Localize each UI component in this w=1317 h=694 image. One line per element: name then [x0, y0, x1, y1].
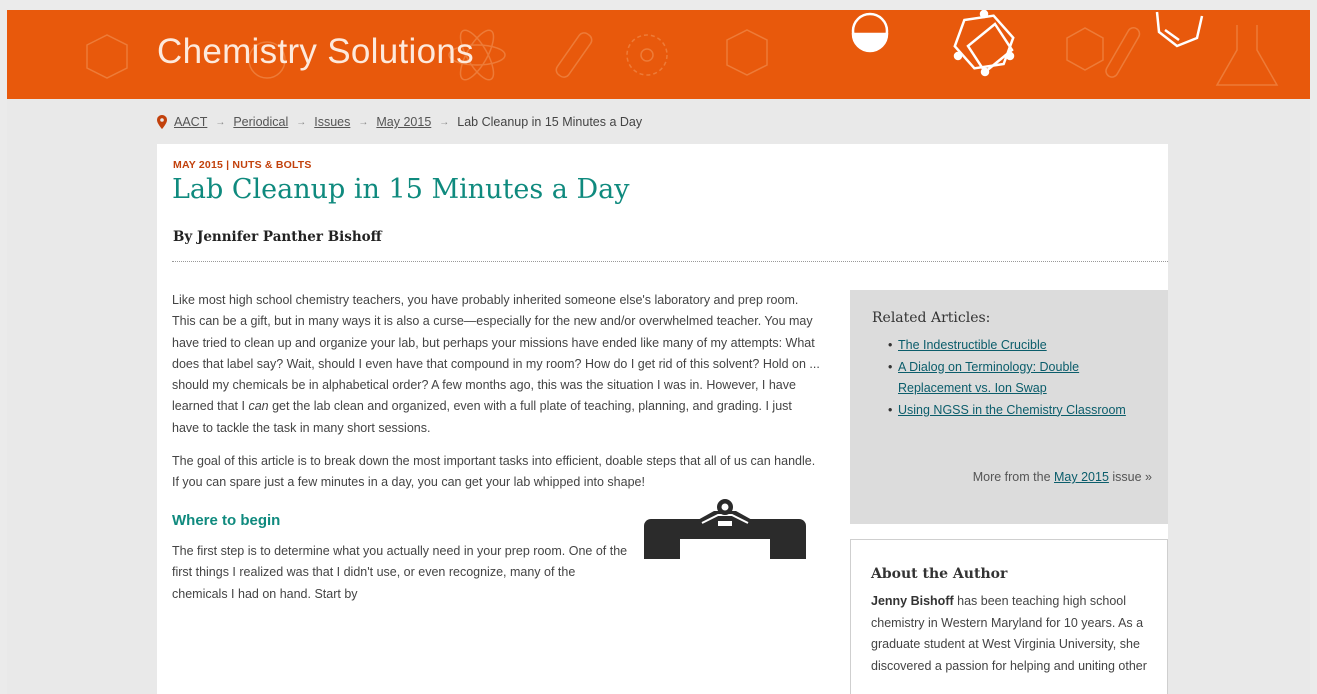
more-from-issue: More from the May 2015 issue »: [972, 470, 1152, 484]
article-paragraph-1: Like most high school chemistry teachers…: [172, 293, 820, 435]
breadcrumb-separator: →: [215, 116, 226, 128]
list-item: Using NGSS in the Chemistry Classroom: [888, 400, 1128, 422]
breadcrumb-link-periodical[interactable]: Periodical: [233, 115, 288, 129]
article-kicker: MAY 2015 | NUTS & BOLTS: [173, 159, 312, 171]
related-link-dialog-terminology[interactable]: A Dialog on Terminology: Double Replacem…: [898, 360, 1079, 396]
breadcrumb-separator: →: [358, 116, 369, 128]
list-item: The Indestructible Crucible: [888, 335, 1128, 357]
related-link-using-ngss[interactable]: Using NGSS in the Chemistry Classroom: [898, 403, 1126, 417]
site-title[interactable]: Chemistry Solutions: [157, 32, 474, 72]
breadcrumb-separator: →: [439, 116, 450, 128]
breadcrumb-link-aact[interactable]: AACT: [174, 115, 207, 129]
about-author-heading: About the Author: [871, 566, 1008, 582]
related-link-indestructible-crucible[interactable]: The Indestructible Crucible: [898, 338, 1047, 352]
location-pin-icon: [157, 115, 167, 129]
related-articles-heading: Related Articles:: [872, 310, 991, 326]
site-banner: Chemistry Solutions: [7, 10, 1310, 99]
related-articles-box: Related Articles: The Indestructible Cru…: [850, 290, 1168, 524]
divider: [172, 261, 1168, 262]
article-paragraph-2: The goal of this article is to break dow…: [172, 454, 816, 490]
breadcrumb-separator: →: [296, 116, 307, 128]
article-body: Like most high school chemistry teachers…: [172, 290, 822, 617]
more-from-issue-link[interactable]: May 2015: [1054, 470, 1109, 484]
related-articles-list: The Indestructible Crucible A Dialog on …: [872, 335, 1146, 421]
article-title: Lab Cleanup in 15 Minutes a Day: [172, 174, 630, 205]
breadcrumb-link-issues[interactable]: Issues: [314, 115, 350, 129]
list-item: A Dialog on Terminology: Double Replacem…: [888, 357, 1128, 400]
article-byline: By Jennifer Panther Bishoff: [173, 229, 382, 245]
article-paragraph-3: The first step is to determine what you …: [172, 543, 628, 601]
author-name: Jenny Bishoff: [871, 594, 954, 608]
clipboard-illustration: [644, 499, 806, 559]
breadcrumb-current: Lab Cleanup in 15 Minutes a Day: [457, 115, 643, 129]
breadcrumb-link-may-2015[interactable]: May 2015: [376, 115, 431, 129]
author-bio: Jenny Bishoff has been teaching high sch…: [871, 594, 1147, 673]
page-frame: Chemistry Solutions AACT → Periodical → …: [7, 10, 1310, 694]
breadcrumb: AACT → Periodical → Issues → May 2015 → …: [157, 115, 642, 129]
about-author-box: About the Author Jenny Bishoff has been …: [850, 539, 1168, 694]
article-panel: MAY 2015 | NUTS & BOLTS Lab Cleanup in 1…: [157, 144, 1168, 694]
